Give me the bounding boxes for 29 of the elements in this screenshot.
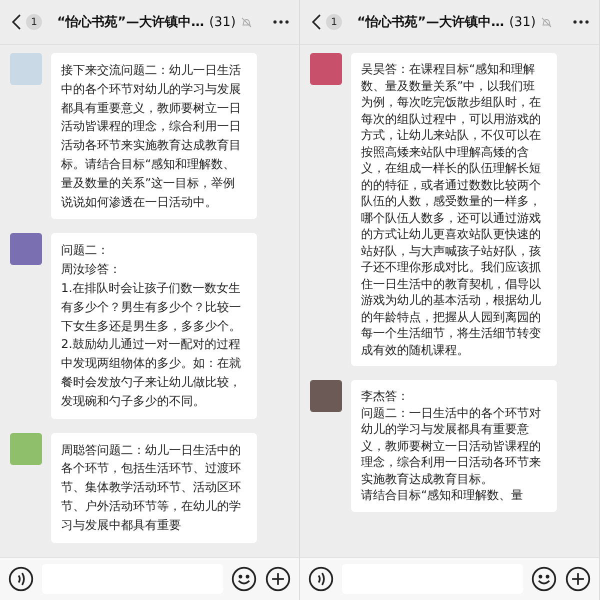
more-icon[interactable]	[573, 20, 589, 24]
message-text: 问题二：	[61, 242, 110, 260]
unread-count-badge: 1	[326, 14, 342, 30]
voice-icon[interactable]	[308, 566, 334, 592]
chat-title: “怡心书苑”—大许镇中…	[57, 14, 204, 31]
mute-bell-icon	[240, 16, 252, 28]
member-count: (31)	[209, 14, 236, 30]
back-icon[interactable]	[312, 14, 321, 30]
message-text: 接下来交流问题二：幼儿一日生活中的各个环节对幼儿的学习与发展都具有重要意义，教师要树立一日活动皆课程的理念，综合利用一日活动各环节来实施教育达成教育目标。请结合目标“感知和理解数、量及数量的关系”这一目标，举例说说如何渗透在一日活动中。	[61, 62, 242, 211]
message-text: 请结合目标“感知和理解数、量	[361, 487, 524, 504]
chat-title: “怡心书苑”—大许镇中…	[357, 14, 504, 31]
message-text: 李杰答：	[361, 388, 410, 404]
plus-icon[interactable]	[265, 566, 291, 592]
message-text: 周聪答问题二：幼儿一日生活中的各个环节，包括生活环节、过渡环节、集体教学活动环节、活动区环节、户外活动环节等，在幼儿的学习与发展中都具有重要	[61, 442, 242, 534]
avatar-image[interactable]	[10, 233, 42, 266]
message-text: 问题二：一日生活中的各个环节对幼儿的学习与发展都具有重要意义，教师要树立一日活动皆课程的理念，综合利用一日活动各环节来实施教育达成教育目标。	[361, 404, 542, 487]
message-text: 1.在排队时会让孩子们数一数女生有多少个？男生有多少个？比较一下女生多还是男生多，多多少个。	[61, 280, 242, 335]
more-icon[interactable]	[273, 20, 289, 24]
member-count: (31)	[509, 14, 536, 30]
unread-count-badge: 1	[26, 14, 42, 30]
back-icon[interactable]	[12, 14, 21, 30]
voice-icon[interactable]	[8, 566, 34, 592]
plus-icon[interactable]	[565, 566, 591, 592]
message-text: 2.鼓励幼儿通过一对一配对的过程中发现两组物体的多少。如：在就餐时会发放勺子来让幼儿做比较，发现碗和勺子多少的不同。	[61, 336, 242, 410]
emoji-icon[interactable]	[231, 566, 257, 592]
message-text: 周汝珍答：	[61, 261, 122, 278]
mute-bell-icon	[540, 16, 552, 28]
emoji-icon[interactable]	[531, 566, 557, 592]
message-text: 吴昊答：在课程目标“感知和理解数、量及数量关系”中，以我们班为例，每次吃完饭散步组队时，在每次的组队过程中，可以用游戏的方式，让幼儿来站队，不仅可以在按照高矮来站队中理解高矮的含义，在组成一样长的队伍理解长短的的特征，或者通过数数比较两个队伍的人数，感受数量的一样多，哪个队伍人数多，还可以通过游戏的方式让幼儿更喜欢站队更快速的站好队，与大声喊孩子站好队，孩子还不理你形成对比。我们应该抓住一日生活中的教育契机，倡导以游戏为幼儿的基本活动，根据幼儿的年龄特点，把握从人园到离园的每一个生活细节，将生活细节转变成有效的随机课程。	[361, 61, 542, 358]
